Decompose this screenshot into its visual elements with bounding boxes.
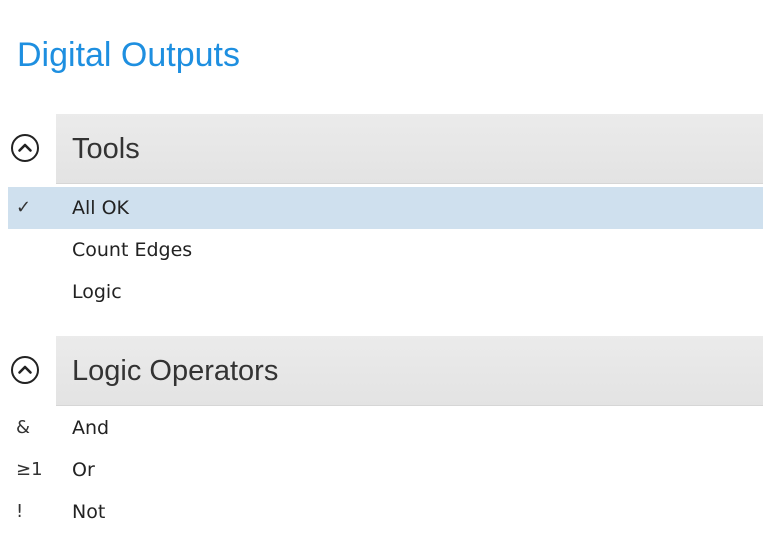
list-item-label: Count Edges	[72, 239, 193, 261]
chevron-up-circle-icon[interactable]	[10, 355, 40, 385]
list-item-not[interactable]: ! Not	[8, 491, 763, 533]
section-title-logic-operators: Logic Operators	[72, 355, 279, 387]
list-item-label: Or	[72, 459, 95, 481]
section-header-band	[56, 114, 763, 184]
chevron-up-circle-icon[interactable]	[10, 133, 40, 163]
list-item-label: Logic	[72, 281, 122, 303]
checkmark-icon: ✓	[16, 197, 32, 218]
and-operator-icon: &	[16, 417, 31, 438]
list-item-all-ok[interactable]: ✓ All OK	[8, 187, 763, 229]
digital-outputs-panel: Digital Outputs Tools ✓ All OK Count Edg…	[0, 0, 763, 534]
not-operator-icon: !	[16, 501, 24, 522]
or-operator-icon: ≥1	[16, 459, 43, 480]
list-item-count-edges[interactable]: Count Edges	[8, 229, 763, 271]
section-header-tools[interactable]: Tools	[0, 114, 763, 184]
page-title: Digital Outputs	[17, 36, 240, 74]
list-item-label: Not	[72, 501, 106, 523]
list-item-or[interactable]: ≥1 Or	[8, 449, 763, 491]
list-item-label: And	[72, 417, 110, 439]
list-item-and[interactable]: & And	[8, 407, 763, 449]
section-header-logic-operators[interactable]: Logic Operators	[0, 336, 763, 406]
list-item-logic[interactable]: Logic	[8, 271, 763, 313]
list-item-label: All OK	[72, 197, 130, 219]
section-title-tools: Tools	[72, 133, 140, 165]
